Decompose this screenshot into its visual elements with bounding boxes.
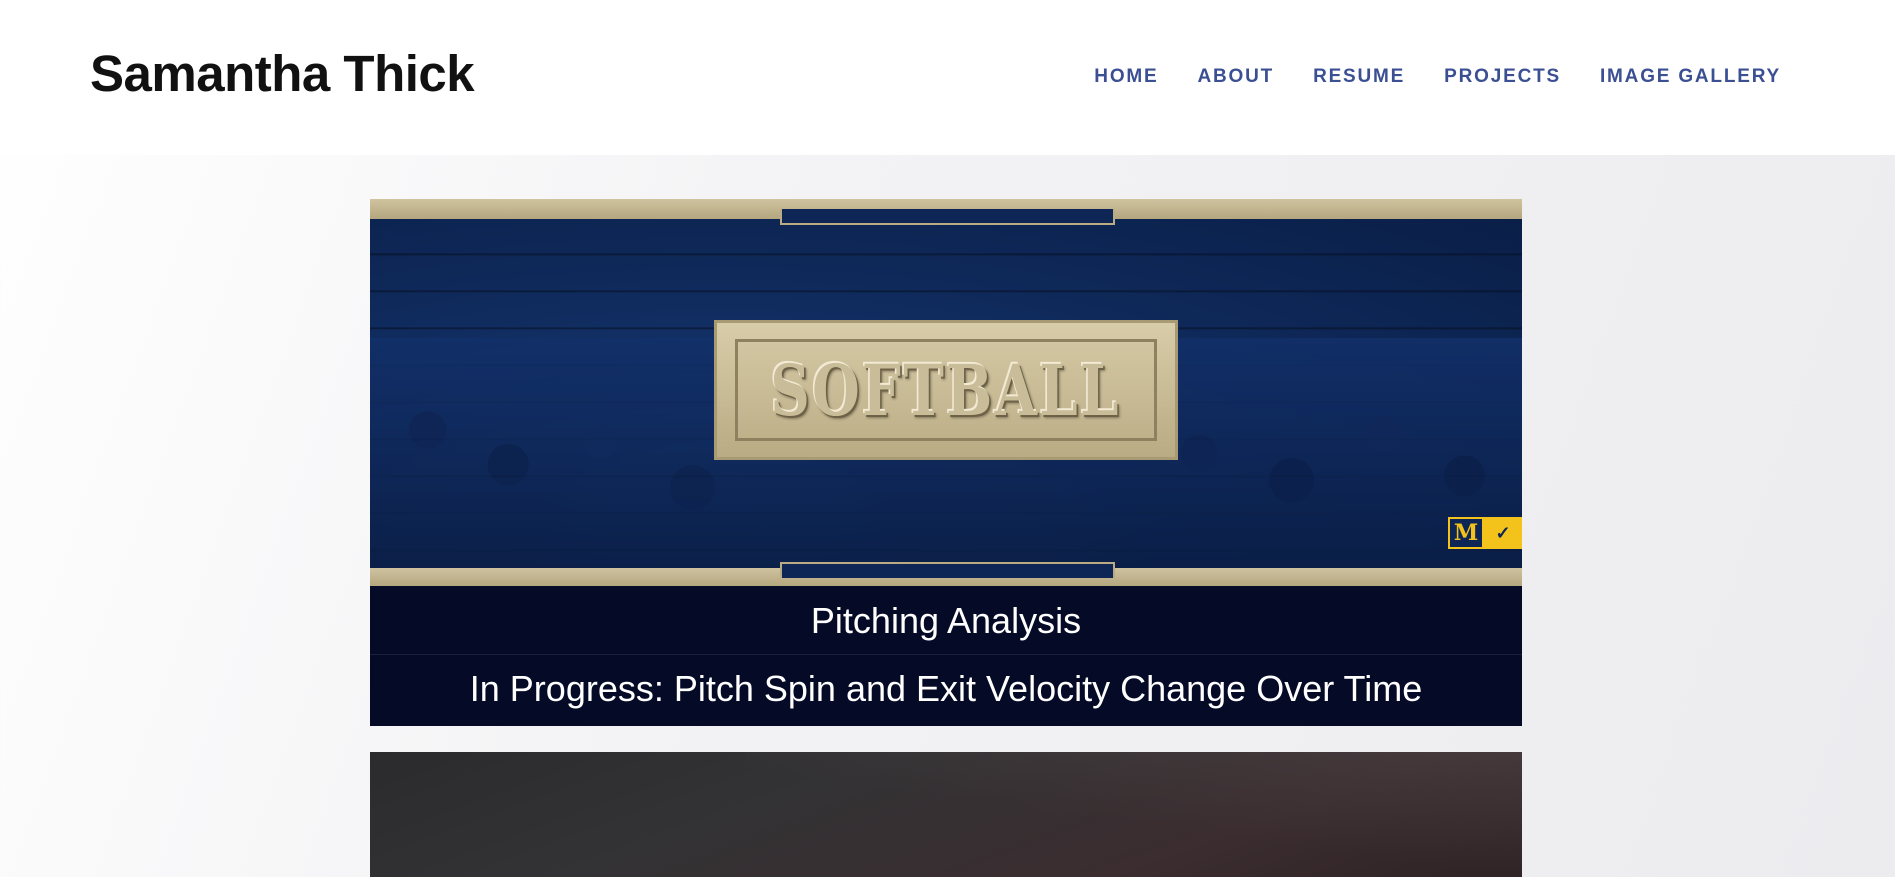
michigan-block-m-icon: M	[1448, 517, 1484, 549]
banner-plaque-inner: SOFTBALL	[735, 339, 1157, 441]
banner-bottom-tab	[780, 562, 1115, 578]
site-header: Samantha Thick HOME ABOUT RESUME PROJECT…	[0, 0, 1895, 155]
banner-plaque-text: SOFTBALL	[770, 348, 1122, 432]
main-nav: HOME ABOUT RESUME PROJECTS IMAGE GALLERY	[1094, 66, 1781, 88]
nike-swoosh-icon: ✓	[1495, 522, 1511, 543]
nav-projects[interactable]: PROJECTS	[1444, 66, 1561, 88]
sponsor-logo-badge: M ✓	[1448, 517, 1522, 549]
site-title[interactable]: Samantha Thick	[90, 44, 475, 103]
project-card[interactable]: SOFTBALL M ✓ Pitching Analysis In Progre…	[370, 199, 1522, 726]
nav-resume[interactable]: RESUME	[1313, 66, 1405, 88]
project-caption: Pitching Analysis In Progress: Pitch Spi…	[370, 586, 1522, 726]
project-subtitle: In Progress: Pitch Spin and Exit Velocit…	[469, 668, 1423, 709]
project-banner-image[interactable]: SOFTBALL M ✓	[370, 199, 1522, 586]
fabric-fold-shading	[744, 752, 1522, 877]
nav-home[interactable]: HOME	[1094, 66, 1158, 88]
nav-about[interactable]: ABOUT	[1198, 66, 1275, 88]
project-title[interactable]: Pitching Analysis	[370, 586, 1522, 655]
banner-top-tab	[780, 209, 1115, 225]
project-card-2-image[interactable]	[370, 752, 1522, 877]
banner-plaque: SOFTBALL	[714, 320, 1178, 460]
nav-image-gallery[interactable]: IMAGE GALLERY	[1600, 66, 1781, 88]
